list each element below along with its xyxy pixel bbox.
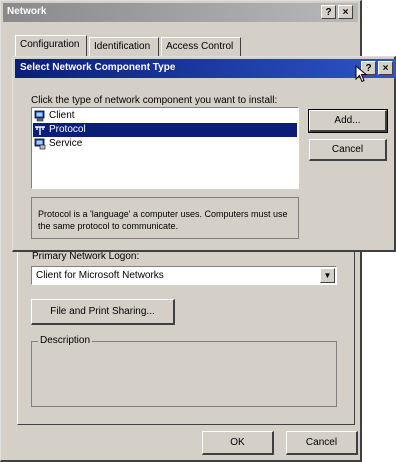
tab-access-control[interactable]: Access Control xyxy=(161,37,241,56)
dialog-titlebar[interactable]: Select Network Component Type ? × xyxy=(15,59,396,78)
service-icon xyxy=(34,138,46,150)
tab-configuration[interactable]: Configuration xyxy=(15,35,87,56)
mouse-pointer-icon xyxy=(355,65,368,83)
close-button[interactable]: × xyxy=(338,5,353,19)
description-group: Description xyxy=(31,335,337,407)
tab-identification[interactable]: Identification xyxy=(89,37,159,56)
list-item-client[interactable]: Client xyxy=(33,109,297,123)
protocol-icon xyxy=(35,126,45,135)
service-label: Service xyxy=(49,138,83,149)
add-button[interactable]: Add... xyxy=(308,109,388,133)
list-item-service[interactable]: Service xyxy=(33,137,297,151)
cancel-button[interactable]: Cancel xyxy=(286,431,358,455)
list-item-protocol[interactable]: Protocol xyxy=(33,123,297,137)
primary-logon-select[interactable]: Client for Microsoft Networks ▼ xyxy=(31,266,337,285)
help-button[interactable]: ? xyxy=(321,5,336,19)
primary-logon-value: Client for Microsoft Networks xyxy=(36,270,164,281)
file-print-sharing-button[interactable]: File and Print Sharing... xyxy=(31,299,175,325)
ok-button[interactable]: OK xyxy=(202,431,274,455)
client-label: Client xyxy=(49,110,75,121)
select-component-dialog: Select Network Component Type ? × Click … xyxy=(12,56,396,252)
network-titlebar[interactable]: Network ? × xyxy=(3,3,358,22)
client-icon xyxy=(34,110,45,122)
component-description-group: Protocol is a 'language' a computer uses… xyxy=(31,197,299,239)
primary-logon-label: Primary Network Logon: xyxy=(32,251,140,262)
dropdown-arrow-icon[interactable]: ▼ xyxy=(320,268,335,283)
component-type-list[interactable]: Client Protocol Service xyxy=(31,107,299,189)
network-window-title: Network xyxy=(7,6,47,17)
dialog-cancel-button[interactable]: Cancel xyxy=(309,139,387,161)
dialog-title: Select Network Component Type xyxy=(20,62,176,73)
dialog-instruction: Click the type of network component you … xyxy=(31,95,278,106)
description-legend: Description xyxy=(38,335,93,346)
dialog-close-button[interactable]: × xyxy=(378,61,393,75)
protocol-label: Protocol xyxy=(49,124,86,135)
component-description-text: Protocol is a 'language' a computer uses… xyxy=(38,209,288,231)
